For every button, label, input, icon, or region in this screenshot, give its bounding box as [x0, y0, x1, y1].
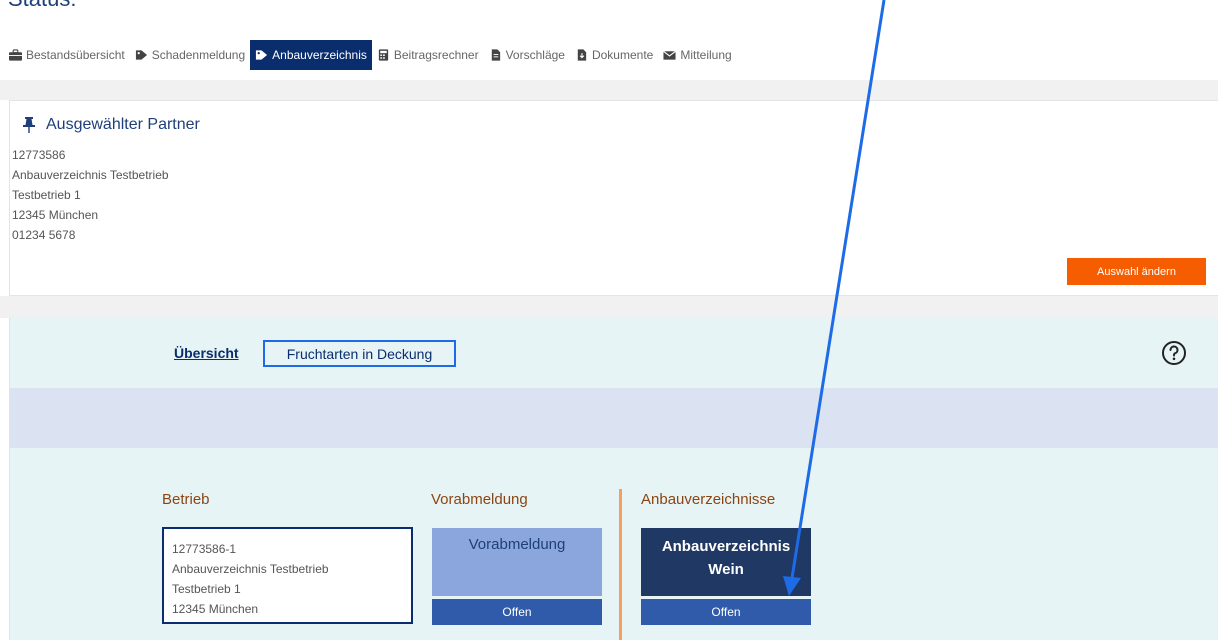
- nav-item-mitteilung[interactable]: Mitteilung: [658, 40, 736, 70]
- pin-icon: [23, 117, 35, 133]
- anbauverzeichnis-wein-tile[interactable]: Anbauverzeichnis Wein: [641, 528, 811, 596]
- vorabmeldung-heading: Vorabmeldung: [431, 491, 528, 508]
- betrieb-number: 12773586-1: [172, 542, 237, 556]
- anbauverzeichnisse-heading: Anbauverzeichnisse: [641, 491, 776, 508]
- help-icon[interactable]: [1161, 340, 1187, 366]
- tab-uebersicht[interactable]: Übersicht: [174, 345, 239, 361]
- nav-item-schadenmeldung[interactable]: Schadenmeldung: [130, 40, 250, 70]
- tile-label-line2: Wein: [708, 561, 744, 578]
- nav-item-beitragsrechner[interactable]: Beitragsrechner: [372, 40, 484, 70]
- grey-band: [0, 296, 1218, 318]
- nav-item-bestandsuebersicht[interactable]: Bestandsübersicht: [4, 40, 130, 70]
- betrieb-card[interactable]: 12773586-1 Anbauverzeichnis Testbetrieb …: [162, 527, 413, 624]
- file-download-icon: [577, 49, 587, 61]
- betrieb-street: Testbetrieb 1: [172, 582, 241, 596]
- column-divider: [619, 489, 622, 640]
- partner-phone: 01234 5678: [12, 228, 76, 242]
- partner-card: Ausgewählter Partner 12773586 Anbauverze…: [9, 100, 1218, 296]
- tag-icon: [256, 50, 268, 60]
- betrieb-name: Anbauverzeichnis Testbetrieb: [172, 562, 329, 576]
- nav-label: Vorschläge: [505, 48, 565, 62]
- tile-label-line1: Anbauverzeichnis: [661, 538, 791, 555]
- file-icon: [491, 49, 500, 61]
- calculator-icon: [378, 49, 389, 61]
- tab-fruchtarten-in-deckung[interactable]: Fruchtarten in Deckung: [263, 340, 456, 367]
- tag-icon: [135, 50, 147, 60]
- envelope-icon: [663, 50, 677, 60]
- briefcase-icon: [9, 49, 22, 61]
- nav-item-vorschlaege[interactable]: Vorschläge: [484, 40, 570, 70]
- nav-label: Bestandsübersicht: [26, 48, 125, 62]
- nav-label: Beitragsrechner: [393, 48, 479, 62]
- partner-name: Anbauverzeichnis Testbetrieb: [12, 168, 169, 182]
- vorabmeldung-status[interactable]: Offen: [432, 599, 602, 625]
- nav-label: Mitteilung: [680, 48, 732, 62]
- info-band: [10, 388, 1218, 448]
- partner-title: Ausgewählter Partner: [22, 116, 200, 134]
- vorabmeldung-tile[interactable]: Vorabmeldung: [432, 528, 602, 596]
- betrieb-city: 12345 München: [172, 602, 259, 616]
- nav-label: Anbauverzeichnis: [272, 48, 367, 62]
- partner-number: 12773586: [12, 148, 66, 162]
- betrieb-heading: Betrieb: [162, 491, 210, 508]
- main-nav: Bestandsübersicht Schadenmeldung Anbauve…: [4, 40, 737, 70]
- partner-city: 12345 München: [12, 208, 99, 222]
- partner-street: Testbetrieb 1: [12, 188, 81, 202]
- anbauverzeichnis-wein-status[interactable]: Offen: [641, 599, 811, 625]
- grey-band: [0, 80, 1218, 100]
- nav-label: Dokumente: [591, 48, 654, 62]
- partner-title-text: Ausgewählter Partner: [46, 116, 200, 133]
- page-heading: Status:: [8, 0, 76, 12]
- change-selection-button[interactable]: Auswahl ändern: [1067, 258, 1206, 285]
- nav-item-anbauverzeichnis[interactable]: Anbauverzeichnis: [250, 40, 372, 70]
- nav-item-dokumente[interactable]: Dokumente: [570, 40, 658, 70]
- overview-panel: Übersicht Fruchtarten in Deckung Betrieb…: [9, 318, 1218, 640]
- partner-details: 12773586 Anbauverzeichnis Testbetrieb Te…: [12, 145, 169, 245]
- nav-label: Schadenmeldung: [151, 48, 246, 62]
